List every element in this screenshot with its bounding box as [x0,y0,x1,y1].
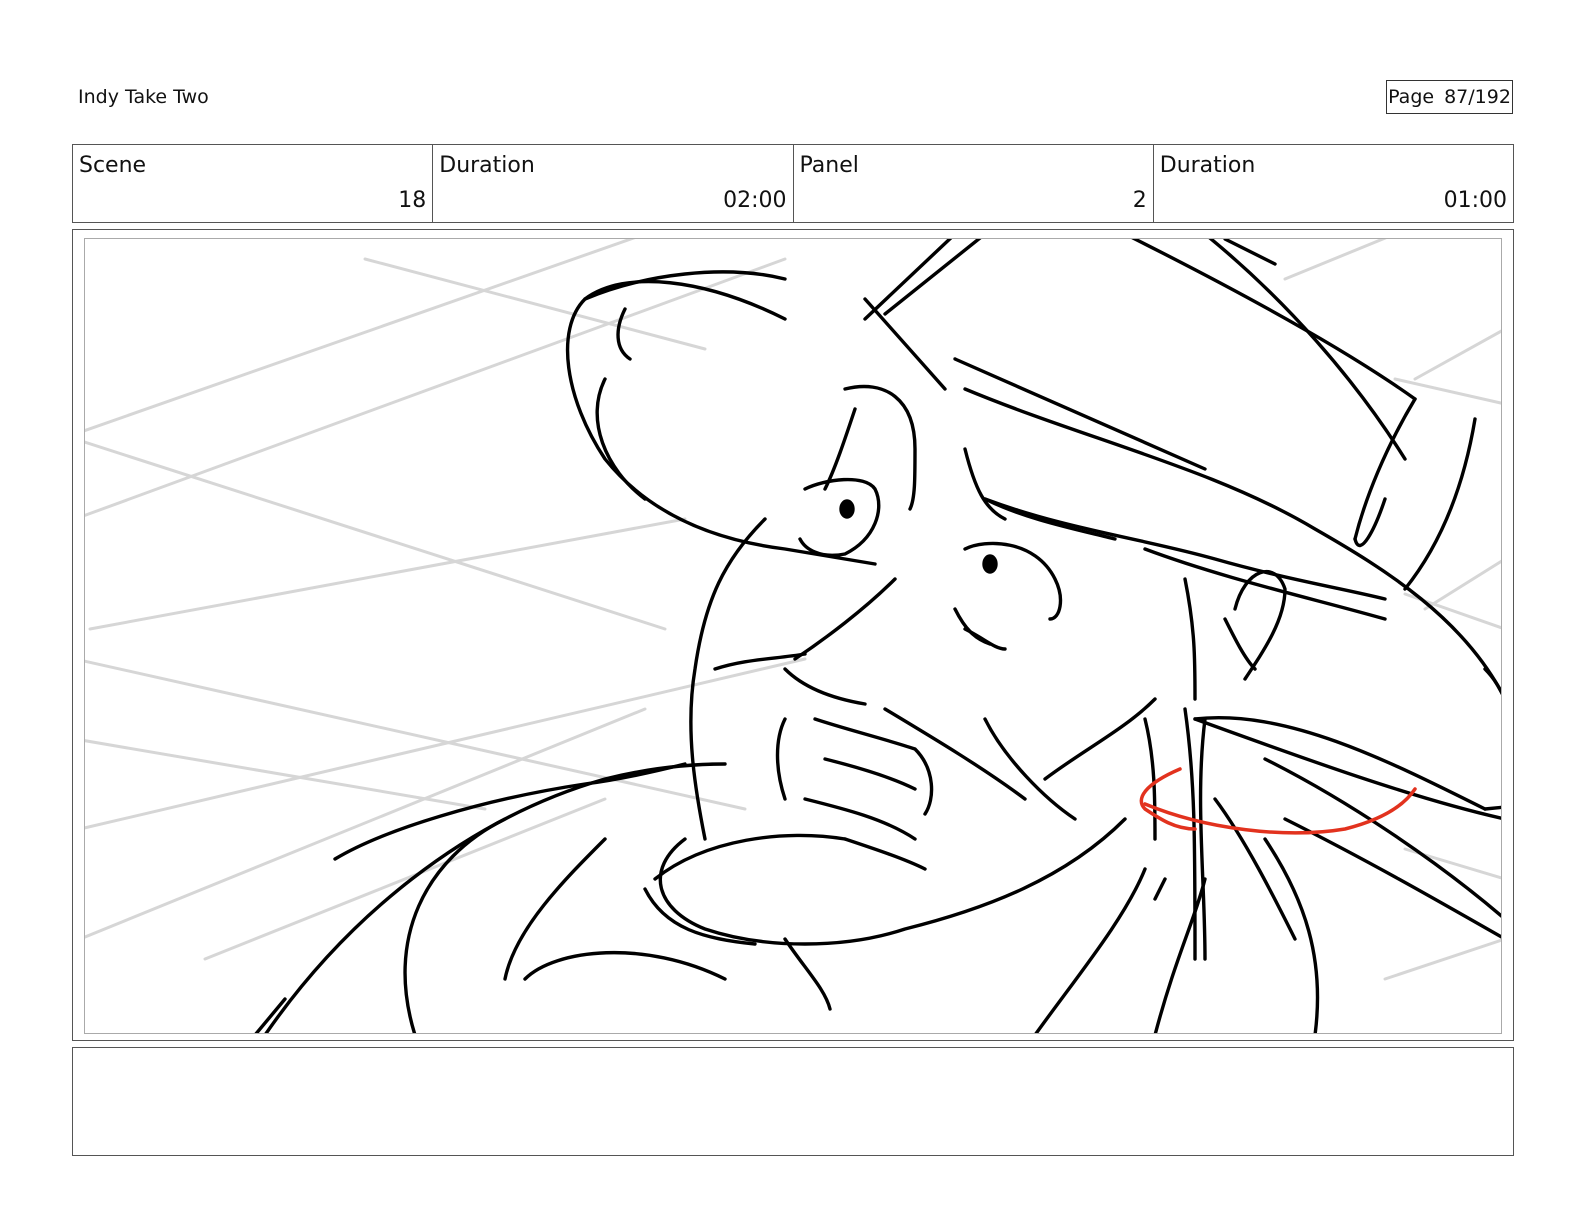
perspective-guides [85,239,1501,981]
scene-duration-label: Duration [439,153,535,178]
panel-info-table: Scene 18 Duration 02:00 Panel 2 Duration… [72,144,1514,223]
panel-duration-value: 01:00 [1443,188,1507,213]
panel-frame [72,229,1514,1041]
scene-label: Scene [79,153,147,178]
page-label: Page [1388,86,1435,108]
panel-duration-label: Duration [1159,153,1256,178]
page-indicator: Page 87/192 [1386,80,1513,114]
document-title: Indy Take Two [78,86,209,108]
panel-label: Panel [799,153,859,178]
panel-duration-cell: Duration 01:00 [1154,145,1513,222]
panel-image-area [84,238,1502,1034]
panel-cell: Panel 2 [794,145,1154,222]
panel-value: 2 [1132,188,1147,213]
scene-value: 18 [398,188,427,213]
panel-notes-box [72,1047,1514,1156]
scene-duration-cell: Duration 02:00 [433,145,794,222]
scene-cell: Scene 18 [73,145,434,222]
storyboard-sketch-icon [85,239,1501,1033]
page-number: 87/192 [1444,86,1511,108]
scene-duration-value: 02:00 [723,188,787,213]
character-sketch [254,239,1501,1033]
